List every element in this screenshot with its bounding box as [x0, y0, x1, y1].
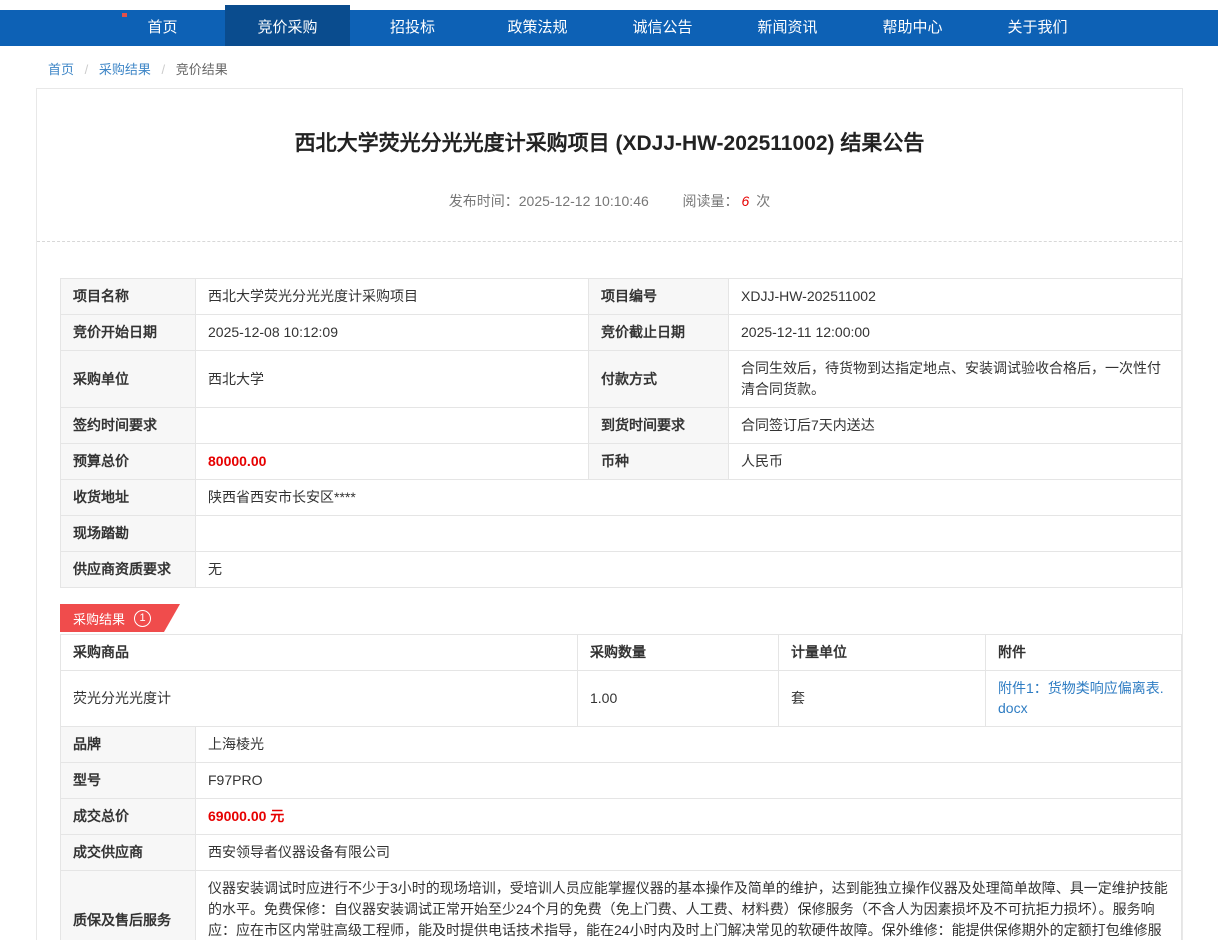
table-row: 荧光分光光度计 1.00 套 附件1：货物类响应偏离表.docx	[61, 671, 1182, 727]
budget-total-value: 80000.00	[196, 444, 589, 480]
field-label: 采购单位	[61, 351, 196, 408]
nav-item-help[interactable]: 帮助中心	[850, 10, 975, 46]
field-value: 人民币	[729, 444, 1182, 480]
field-label: 预算总价	[61, 444, 196, 480]
table-row: 项目名称 西北大学荧光分光光度计采购项目 项目编号 XDJJ-HW-202511…	[61, 279, 1182, 315]
field-value: 陕西省西安市长安区****	[196, 480, 1182, 516]
publish-time-value: 2025-12-12 10:10:46	[519, 193, 649, 209]
field-label: 到货时间要求	[589, 408, 729, 444]
field-label: 币种	[589, 444, 729, 480]
field-value: XDJJ-HW-202511002	[729, 279, 1182, 315]
project-info-table: 项目名称 西北大学荧光分光光度计采购项目 项目编号 XDJJ-HW-202511…	[60, 278, 1182, 588]
field-value: 合同签订后7天内送达	[729, 408, 1182, 444]
table-row: 成交总价 69000.00 元	[61, 799, 1182, 835]
field-value: 2025-12-11 12:00:00	[729, 315, 1182, 351]
views-count: 6	[742, 193, 750, 209]
table-row: 收货地址 陕西省西安市长安区****	[61, 480, 1182, 516]
field-label: 签约时间要求	[61, 408, 196, 444]
product-quantity: 1.00	[578, 671, 779, 727]
column-header-product: 采购商品	[61, 635, 578, 671]
purchase-result-table: 采购商品 采购数量 计量单位 附件 荧光分光光度计 1.00 套 附件1：货物类…	[60, 634, 1182, 727]
field-value: 无	[196, 552, 1182, 588]
breadcrumb: 首页 / 采购结果 / 竞价结果	[0, 46, 1218, 82]
table-row: 成交供应商 西安领导者仪器设备有限公司	[61, 835, 1182, 871]
field-label: 项目名称	[61, 279, 196, 315]
breadcrumb-current: 竞价结果	[176, 62, 228, 77]
field-label: 竞价截止日期	[589, 315, 729, 351]
field-label: 现场踏勘	[61, 516, 196, 552]
breadcrumb-home[interactable]: 首页	[48, 62, 74, 77]
product-unit: 套	[779, 671, 986, 727]
table-row: 竞价开始日期 2025-12-08 10:12:09 竞价截止日期 2025-1…	[61, 315, 1182, 351]
announcement-card: 西北大学荧光分光光度计采购项目 (XDJJ-HW-202511002) 结果公告…	[36, 88, 1183, 940]
nav-item-tender[interactable]: 招投标	[350, 10, 475, 46]
result-detail-table: 品牌 上海棱光 型号 F97PRO 成交总价 69000.00 元 成交供应商 …	[60, 726, 1182, 940]
field-value	[196, 516, 1182, 552]
field-value: 合同生效后，待货物到达指定地点、安装调试验收合格后，一次性付清合同货款。	[729, 351, 1182, 408]
field-value	[196, 408, 589, 444]
table-row: 预算总价 80000.00 币种 人民币	[61, 444, 1182, 480]
field-label: 质保及售后服务	[61, 871, 196, 940]
nav-item-about[interactable]: 关于我们	[975, 10, 1100, 46]
field-label: 品牌	[61, 727, 196, 763]
breadcrumb-separator: /	[85, 62, 89, 77]
supplier-value: 西安领导者仪器设备有限公司	[196, 835, 1182, 871]
table-row: 采购单位 西北大学 付款方式 合同生效后，待货物到达指定地点、安装调试验收合格后…	[61, 351, 1182, 408]
result-count-badge: 1	[134, 610, 151, 627]
field-label: 项目编号	[589, 279, 729, 315]
nav-item-home[interactable]: 首页	[100, 10, 225, 46]
breadcrumb-separator: /	[162, 62, 166, 77]
deal-price-value: 69000.00 元	[196, 799, 1182, 835]
table-row: 供应商资质要求 无	[61, 552, 1182, 588]
nav-item-bidding-purchase[interactable]: 竞价采购	[225, 5, 350, 46]
table-row: 品牌 上海棱光	[61, 727, 1182, 763]
field-label: 型号	[61, 763, 196, 799]
field-value: 西北大学	[196, 351, 589, 408]
nav-item-policy[interactable]: 政策法规	[475, 10, 600, 46]
warranty-service-value: 仪器安装调试时应进行不少于3小时的现场培训，受培训人员应能掌握仪器的基本操作及简…	[196, 871, 1182, 940]
dashed-divider	[37, 241, 1182, 242]
top-navbar: 首页 竞价采购 招投标 政策法规 诚信公告 新闻资讯 帮助中心 关于我们	[0, 10, 1218, 46]
purchase-result-tag-label: 采购结果	[73, 609, 125, 628]
nav-item-news[interactable]: 新闻资讯	[725, 10, 850, 46]
views-label: 阅读量：	[683, 193, 739, 209]
field-label: 收货地址	[61, 480, 196, 516]
table-row: 质保及售后服务 仪器安装调试时应进行不少于3小时的现场培训，受培训人员应能掌握仪…	[61, 871, 1182, 940]
purchase-result-tag: 采购结果 1	[60, 604, 180, 632]
table-row: 签约时间要求 到货时间要求 合同签订后7天内送达	[61, 408, 1182, 444]
nav-item-integrity[interactable]: 诚信公告	[600, 10, 725, 46]
column-header-attachment: 附件	[986, 635, 1182, 671]
field-label: 成交总价	[61, 799, 196, 835]
product-name: 荧光分光光度计	[61, 671, 578, 727]
brand-value: 上海棱光	[196, 727, 1182, 763]
views-unit: 次	[756, 193, 770, 209]
breadcrumb-purchase-results[interactable]: 采购结果	[99, 62, 151, 77]
red-dot-artifact	[122, 13, 127, 17]
attachment-cell: 附件1：货物类响应偏离表.docx	[986, 671, 1182, 727]
column-header-quantity: 采购数量	[578, 635, 779, 671]
article-meta: 发布时间：2025-12-12 10:10:46 阅读量：6 次	[37, 191, 1182, 211]
attachment-link[interactable]: 附件1：货物类响应偏离表.docx	[998, 678, 1169, 718]
column-header-unit: 计量单位	[779, 635, 986, 671]
field-value: 2025-12-08 10:12:09	[196, 315, 589, 351]
page-title: 西北大学荧光分光光度计采购项目 (XDJJ-HW-202511002) 结果公告	[37, 127, 1182, 157]
field-label: 供应商资质要求	[61, 552, 196, 588]
field-value: 西北大学荧光分光光度计采购项目	[196, 279, 589, 315]
field-label: 付款方式	[589, 351, 729, 408]
table-row: 型号 F97PRO	[61, 763, 1182, 799]
model-value: F97PRO	[196, 763, 1182, 799]
field-label: 成交供应商	[61, 835, 196, 871]
publish-time-label: 发布时间：	[449, 193, 519, 209]
table-row: 现场踏勘	[61, 516, 1182, 552]
table-header-row: 采购商品 采购数量 计量单位 附件	[61, 635, 1182, 671]
field-label: 竞价开始日期	[61, 315, 196, 351]
